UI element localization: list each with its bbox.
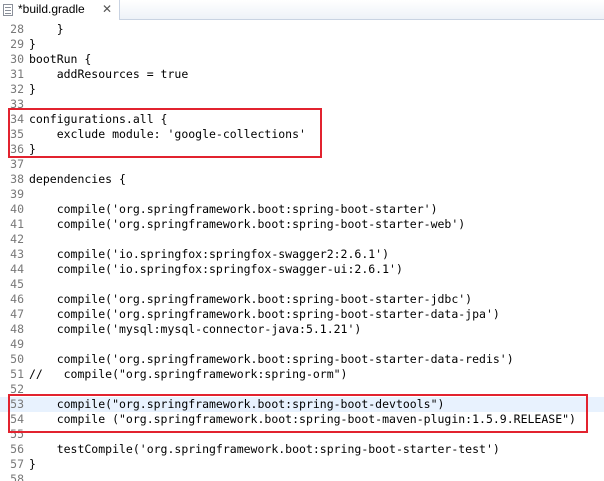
code-line[interactable]: 28 } <box>0 22 604 37</box>
code-text[interactable]: compile('org.springframework.boot:spring… <box>29 202 438 217</box>
code-text[interactable]: compile('org.springframework.boot:spring… <box>29 292 472 307</box>
code-line[interactable]: 49 <box>0 337 604 352</box>
code-line[interactable]: 39 <box>0 187 604 202</box>
code-line[interactable]: 30 bootRun { <box>0 52 604 67</box>
code-line[interactable]: 34 configurations.all { <box>0 112 604 127</box>
code-text[interactable]: compile ("org.springframework.boot:sprin… <box>29 412 576 427</box>
code-text[interactable]: } <box>29 22 64 37</box>
code-line[interactable]: 35 exclude module: 'google-collections' <box>0 127 604 142</box>
line-number: 36 <box>10 142 24 156</box>
code-text[interactable]: compile('io.springfox:springfox-swagger2… <box>29 247 389 262</box>
code-line[interactable]: 56 testCompile('org.springframework.boot… <box>0 442 604 457</box>
code-text[interactable]: dependencies { <box>29 172 126 187</box>
line-number: 56 <box>10 442 24 456</box>
line-number: 50 <box>10 352 24 366</box>
code-line[interactable]: 41 compile('org.springframework.boot:spr… <box>0 217 604 232</box>
code-text[interactable]: compile('org.springframework.boot:spring… <box>29 217 466 232</box>
line-number: 52 <box>10 382 24 396</box>
line-number: 42 <box>10 232 24 246</box>
code-line[interactable]: 40 compile('org.springframework.boot:spr… <box>0 202 604 217</box>
line-number: 43 <box>10 247 24 261</box>
code-line[interactable]: 47 compile('org.springframework.boot:spr… <box>0 307 604 322</box>
line-number: 44 <box>10 262 24 276</box>
line-number: 45 <box>10 277 24 291</box>
code-text[interactable]: } <box>29 37 36 52</box>
line-number: 58 <box>10 472 24 481</box>
code-text[interactable]: testCompile('org.springframework.boot:sp… <box>29 442 500 457</box>
code-line[interactable]: 43 compile('io.springfox:springfox-swagg… <box>0 247 604 262</box>
code-text[interactable]: configurations.all { <box>29 112 167 127</box>
gradle-file-icon <box>3 4 13 16</box>
line-number: 47 <box>10 307 24 321</box>
code-line[interactable]: 54 compile ("org.springframework.boot:sp… <box>0 412 604 427</box>
line-number: 55 <box>10 427 24 441</box>
code-line[interactable]: 42 <box>0 232 604 247</box>
tab-close-icon[interactable]: ✕ <box>100 1 114 17</box>
line-number: 46 <box>10 292 24 306</box>
line-number: 39 <box>10 187 24 201</box>
code-line[interactable]: 55 <box>0 427 604 442</box>
line-number: 53 <box>10 397 24 411</box>
code-line[interactable]: 53 compile("org.springframework.boot:spr… <box>0 397 604 412</box>
line-number: 31 <box>10 67 24 81</box>
code-text[interactable]: exclude module: 'google-collections' <box>29 127 306 142</box>
line-number: 48 <box>10 322 24 336</box>
code-text[interactable]: // compile("org.springframework:spring-o… <box>29 367 348 382</box>
code-line[interactable]: 32} <box>0 82 604 97</box>
editor-tab-bar: *build.gradle ✕ <box>0 0 604 20</box>
line-number: 35 <box>10 127 24 141</box>
code-text[interactable]: } <box>29 457 36 472</box>
code-text[interactable]: compile('org.springframework.boot:spring… <box>29 307 500 322</box>
line-number: 29 <box>10 37 24 51</box>
code-line[interactable]: 52 <box>0 382 604 397</box>
code-line[interactable]: 48 compile('mysql:mysql-connector-java:5… <box>0 322 604 337</box>
code-line[interactable]: 29} <box>0 37 604 52</box>
code-text[interactable]: compile('mysql:mysql-connector-java:5.1.… <box>29 322 362 337</box>
code-line[interactable]: 51 // compile("org.springframework:spring… <box>0 367 604 382</box>
code-text[interactable]: compile("org.springframework.boot:spring… <box>29 397 445 412</box>
line-number: 32 <box>10 82 24 96</box>
line-number: 57 <box>10 457 24 471</box>
code-line[interactable]: 44 compile('io.springfox:springfox-swagg… <box>0 262 604 277</box>
code-line[interactable]: 36} <box>0 142 604 157</box>
line-number: 41 <box>10 217 24 231</box>
line-number: 49 <box>10 337 24 351</box>
code-line[interactable]: 57} <box>0 457 604 472</box>
code-text[interactable]: bootRun { <box>29 52 91 67</box>
code-line[interactable]: 37 <box>0 157 604 172</box>
line-number: 33 <box>10 97 24 111</box>
tab-title: *build.gradle <box>18 2 85 16</box>
code-line[interactable]: 33 <box>0 97 604 112</box>
code-line[interactable]: 46 compile('org.springframework.boot:spr… <box>0 292 604 307</box>
code-text[interactable]: compile('org.springframework.boot:spring… <box>29 352 514 367</box>
code-text[interactable]: } <box>29 82 36 97</box>
code-line[interactable]: 45 <box>0 277 604 292</box>
code-text[interactable]: addResources = true <box>29 67 189 82</box>
line-number: 38 <box>10 172 24 186</box>
line-number: 28 <box>10 22 24 36</box>
code-text[interactable]: } <box>29 142 36 157</box>
line-number: 54 <box>10 412 24 426</box>
line-number: 51 <box>10 367 24 381</box>
line-number: 37 <box>10 157 24 171</box>
code-text[interactable]: compile('io.springfox:springfox-swagger-… <box>29 262 403 277</box>
line-number: 34 <box>10 112 24 126</box>
code-editor[interactable]: 28 } 29} 30 bootRun {31 addResources = true… <box>0 20 604 481</box>
code-line[interactable]: 38 dependencies { <box>0 172 604 187</box>
code-line[interactable]: 31 addResources = true <box>0 67 604 82</box>
tab-build-gradle[interactable]: *build.gradle ✕ <box>0 0 120 20</box>
code-line[interactable]: 50 compile('org.springframework.boot:spr… <box>0 352 604 367</box>
code-line[interactable]: 58 <box>0 472 604 481</box>
line-number: 30 <box>10 52 24 66</box>
line-number: 40 <box>10 202 24 216</box>
